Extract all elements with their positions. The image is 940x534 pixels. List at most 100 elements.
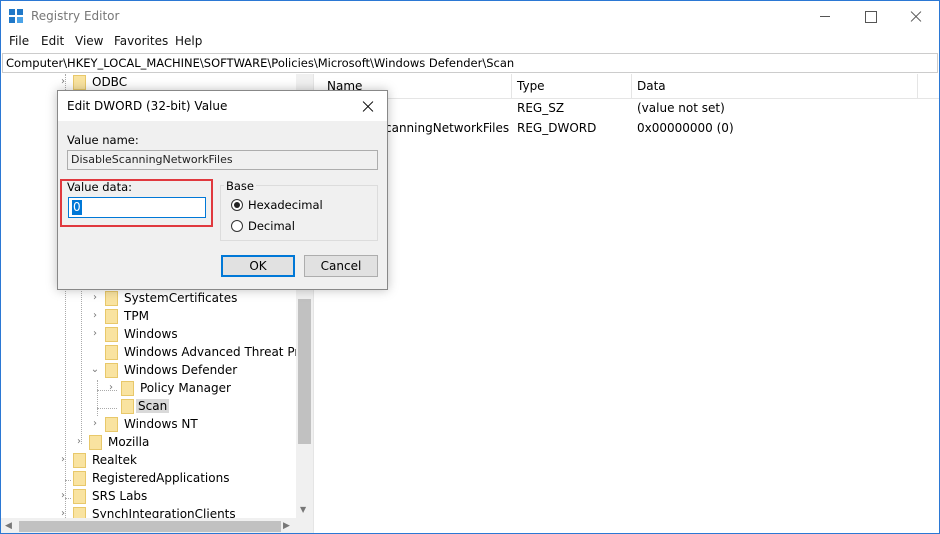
close-button[interactable] (893, 1, 939, 31)
values-list: Name Type Data REG_SZ (value not set) ca… (319, 74, 939, 533)
radio-hexadecimal[interactable] (231, 199, 243, 211)
value-data-input[interactable]: 0 (68, 197, 206, 218)
menu-view[interactable]: View (75, 34, 103, 48)
tree-item-srs-labs[interactable]: › SRS Labs (1, 488, 296, 506)
ok-button[interactable]: OK (221, 255, 295, 277)
scrollbar-thumb[interactable] (298, 299, 311, 444)
tree-item-windows-advanced-threat[interactable]: Windows Advanced Threat Prote (1, 344, 313, 362)
column-separator[interactable] (511, 74, 512, 99)
tree-item-systemcertificates[interactable]: › SystemCertificates (1, 290, 296, 308)
tree-item-tpm[interactable]: › TPM (1, 308, 296, 326)
column-type[interactable]: Type (517, 79, 545, 93)
tree-item-policy-manager[interactable]: › Policy Manager (1, 380, 296, 398)
dialog-title: Edit DWORD (32-bit) Value (67, 99, 228, 113)
tree-item-label: SynchIntegrationClients (92, 507, 236, 518)
value-data-label: Value data: (67, 180, 133, 194)
tree-item-label: Realtek (92, 453, 137, 467)
value-data: (value not set) (637, 101, 725, 115)
folder-icon (73, 489, 86, 504)
folder-icon (73, 453, 86, 468)
address-bar[interactable]: Computer\HKEY_LOCAL_MACHINE\SOFTWARE\Pol… (2, 53, 938, 73)
column-data[interactable]: Data (637, 79, 666, 93)
tree-item-label: SystemCertificates (124, 291, 238, 305)
tree-item-realtek[interactable]: › Realtek (1, 452, 296, 470)
value-name: canningNetworkFiles (385, 121, 510, 135)
tree-item-label: Windows (124, 327, 178, 341)
column-separator[interactable] (631, 74, 632, 99)
scroll-left-icon[interactable]: ◀ (5, 521, 12, 531)
tree-item-label: SRS Labs (92, 489, 148, 503)
value-name-field: DisableScanningNetworkFiles (67, 150, 378, 170)
folder-icon (105, 291, 118, 306)
chevron-right-icon[interactable]: › (57, 454, 69, 466)
chevron-down-icon[interactable]: ⌄ (89, 364, 101, 376)
tree-item-label: Policy Manager (140, 381, 231, 395)
dialog-title-bar: Edit DWORD (32-bit) Value (58, 91, 387, 121)
folder-icon (73, 471, 86, 486)
list-item[interactable]: REG_SZ (value not set) (319, 99, 939, 118)
tree-item-label: ODBC (92, 75, 128, 89)
menu-file[interactable]: File (9, 34, 29, 48)
address-path: Computer\HKEY_LOCAL_MACHINE\SOFTWARE\Pol… (6, 56, 515, 70)
list-item[interactable]: canningNetworkFiles REG_DWORD 0x00000000… (319, 119, 939, 138)
chevron-right-icon[interactable]: › (73, 436, 85, 448)
menu-bar: File Edit View Favorites Help (1, 31, 939, 53)
tree-item-synch-integration[interactable]: › SynchIntegrationClients (1, 506, 296, 518)
radio-decimal[interactable] (231, 220, 243, 232)
chevron-right-icon[interactable]: › (57, 76, 69, 88)
tree-item-label: Windows NT (124, 417, 198, 431)
edit-dword-dialog: Edit DWORD (32-bit) Value Value name: Di… (57, 90, 388, 290)
folder-icon (121, 381, 134, 396)
value-data-text: 0 (72, 200, 82, 215)
hexadecimal-label[interactable]: Hexadecimal (248, 198, 323, 212)
tree-item-label: Mozilla (108, 435, 150, 449)
tree-item-label: TPM (124, 309, 149, 323)
menu-edit[interactable]: Edit (41, 34, 64, 48)
chevron-right-icon[interactable]: › (89, 418, 101, 430)
scroll-down-icon[interactable]: ▼ (300, 505, 306, 514)
folder-icon (73, 507, 86, 518)
folder-icon (121, 399, 134, 414)
folder-icon (89, 435, 102, 450)
tree-item-label: Windows Defender (124, 363, 238, 377)
menu-help[interactable]: Help (175, 34, 202, 48)
tree-horizontal-scrollbar[interactable]: ◀ ▶ (1, 518, 313, 533)
chevron-right-icon[interactable]: › (89, 328, 101, 340)
registry-editor-window: Registry Editor File Edit View Favorites… (0, 0, 940, 534)
folder-icon (105, 327, 118, 342)
chevron-right-icon[interactable]: › (57, 508, 69, 518)
tree-item-windows[interactable]: › Windows (1, 326, 296, 344)
value-name-text: DisableScanningNetworkFiles (71, 153, 233, 166)
column-separator[interactable] (917, 74, 918, 99)
value-data: 0x00000000 (0) (637, 121, 734, 135)
window-title: Registry Editor (31, 9, 120, 23)
chevron-right-icon[interactable]: › (89, 310, 101, 322)
tree-item-mozilla[interactable]: › Mozilla (1, 434, 296, 452)
base-groupbox (220, 185, 378, 241)
tree-item-scan[interactable]: Scan (1, 398, 296, 416)
scroll-right-icon[interactable]: ▶ (283, 521, 290, 531)
chevron-right-icon[interactable]: › (89, 292, 101, 304)
chevron-right-icon[interactable]: › (57, 490, 69, 502)
list-header: Name Type Data (319, 74, 939, 99)
folder-icon (105, 363, 118, 378)
dialog-close-icon[interactable] (357, 96, 379, 118)
tree-item-registered-applications[interactable]: RegisteredApplications (1, 470, 296, 488)
tree-item-windows-defender[interactable]: ⌄ Windows Defender (1, 362, 296, 380)
value-type: REG_SZ (517, 101, 565, 115)
scrollbar-thumb[interactable] (19, 521, 281, 532)
value-name-label: Value name: (67, 133, 139, 147)
folder-icon (105, 417, 118, 432)
base-label: Base (224, 179, 257, 193)
minimize-button[interactable] (801, 1, 847, 31)
chevron-right-icon[interactable]: › (105, 382, 117, 394)
tree-item-windows-nt[interactable]: › Windows NT (1, 416, 296, 434)
maximize-button[interactable] (847, 1, 893, 31)
title-bar: Registry Editor (1, 1, 939, 31)
registry-editor-icon (9, 9, 24, 24)
folder-icon (73, 75, 86, 90)
tree-item-label: Windows Advanced Threat Prote (124, 345, 313, 359)
decimal-label[interactable]: Decimal (248, 219, 295, 233)
cancel-button[interactable]: Cancel (304, 255, 378, 277)
menu-favorites[interactable]: Favorites (114, 34, 168, 48)
